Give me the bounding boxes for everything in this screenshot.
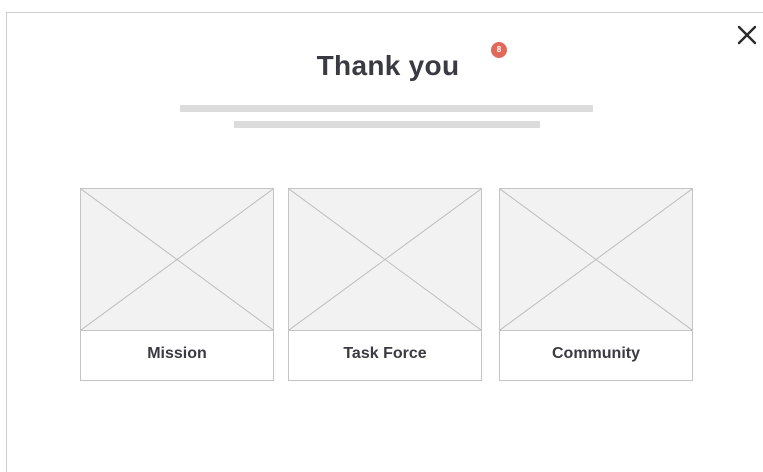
- close-icon: [737, 25, 757, 45]
- image-placeholder-icon: [81, 189, 273, 331]
- page-title: Thank you: [316, 50, 460, 81]
- card-label: Community: [552, 345, 640, 362]
- text-placeholder-line: [234, 121, 540, 128]
- image-placeholder-icon: [500, 189, 692, 331]
- notification-badge: 8: [491, 42, 507, 58]
- image-placeholder-icon: [289, 189, 481, 331]
- card-label: Task Force: [343, 345, 427, 362]
- close-button[interactable]: [736, 24, 758, 46]
- card-task-force[interactable]: Task Force: [288, 188, 482, 381]
- card-mission[interactable]: Mission: [80, 188, 274, 381]
- card-community[interactable]: Community: [499, 188, 693, 381]
- text-placeholder-line: [180, 105, 593, 112]
- card-label: Mission: [147, 345, 207, 362]
